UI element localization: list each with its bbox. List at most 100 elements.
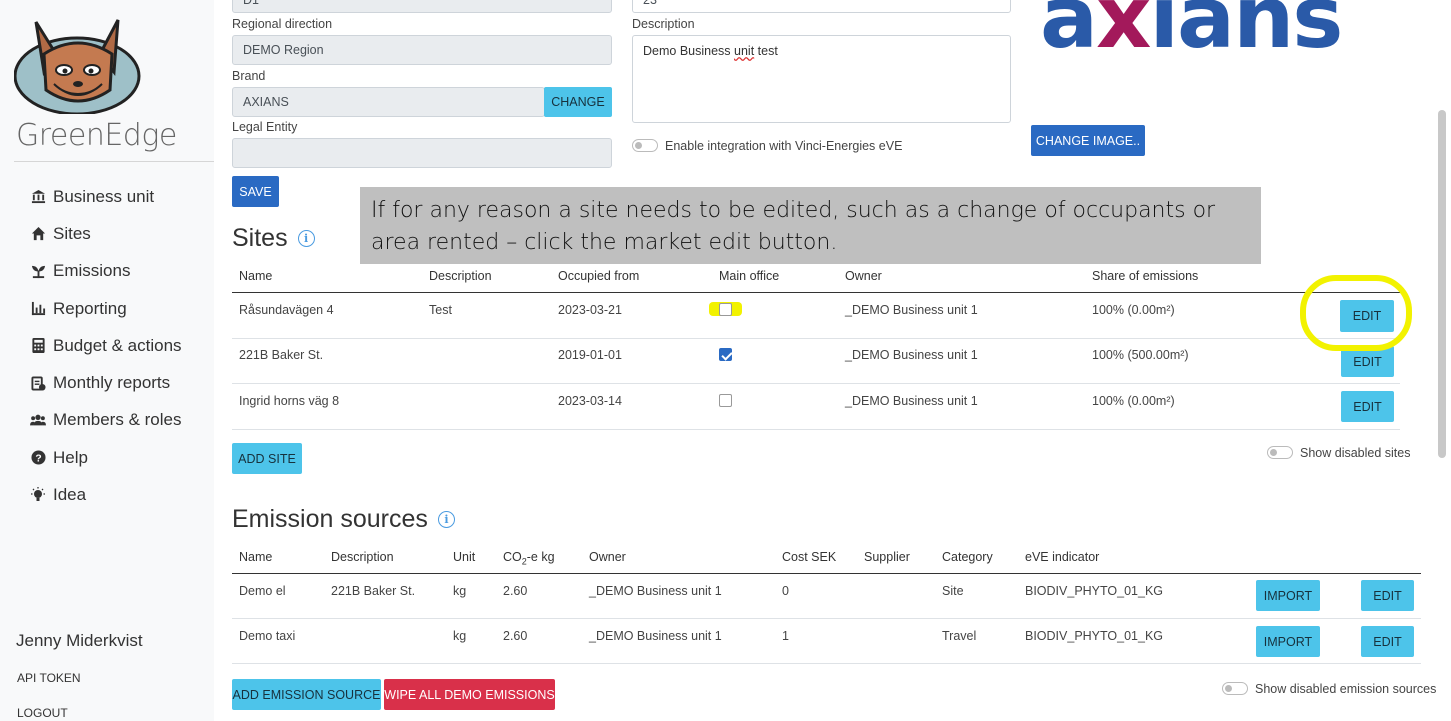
sidebar-item-members[interactable]: Members & roles [30, 402, 182, 439]
emissions-header-cost: Cost SEK [782, 550, 837, 564]
emissions-header-supplier: Supplier [864, 550, 910, 564]
change-image-button[interactable]: CHANGE IMAGE.. [1031, 125, 1145, 156]
show-disabled-sites-label: Show disabled sites [1300, 446, 1411, 460]
sidebar-item-budget[interactable]: Budget & actions [30, 327, 182, 364]
wipe-demo-emissions-button[interactable]: WIPE ALL DEMO EMISSIONS [384, 679, 555, 710]
emissions-header-description: Description [331, 550, 394, 564]
brand-label: Brand [232, 69, 266, 83]
sidebar-nav: Business unit Sites Emissions Reporting … [30, 178, 182, 514]
sidebar-item-sites[interactable]: Sites [30, 215, 182, 252]
description-textarea[interactable]: Demo Business unit test [632, 35, 1011, 123]
emission-eve-indicator: BIODIV_PHYTO_01_KG [1025, 584, 1164, 598]
legal-entity-label: Legal Entity [232, 120, 298, 134]
code-field[interactable]: D1 [232, 0, 612, 13]
co2-suffix: -e kg [526, 550, 555, 564]
main-office-checkbox[interactable] [719, 348, 732, 361]
edit-emission-button[interactable]: EDIT [1361, 626, 1414, 657]
add-emission-source-button[interactable]: ADD EMISSION SOURCE [232, 679, 381, 710]
import-button[interactable]: IMPORT [1256, 580, 1320, 611]
brand-field[interactable]: AXIANS [232, 87, 545, 117]
sidebar-item-label: Budget & actions [53, 335, 182, 355]
info-icon[interactable]: i [437, 511, 455, 528]
site-occupied: 2023-03-14 [558, 394, 622, 408]
save-button[interactable]: SAVE [232, 176, 279, 207]
site-description: Test [429, 303, 452, 317]
main-office-checkbox[interactable] [719, 394, 732, 407]
sidebar-item-business-unit[interactable]: Business unit [30, 178, 182, 215]
scrollbar-thumb[interactable] [1438, 110, 1446, 458]
report-icon [30, 375, 46, 391]
edit-emission-button[interactable]: EDIT [1361, 580, 1414, 611]
logout-link[interactable]: LOGOUT [17, 706, 68, 720]
fox-logo [14, 19, 141, 114]
emissions-header-owner: Owner [589, 550, 626, 564]
emission-cost: 1 [782, 629, 789, 643]
lightbulb-icon [30, 487, 46, 503]
sidebar-item-label: Monthly reports [53, 373, 171, 393]
sidebar-item-label: Sites [53, 223, 91, 243]
sites-title-text: Sites [232, 224, 288, 252]
change-brand-button[interactable]: CHANGE [544, 87, 612, 117]
emission-category: Travel [942, 629, 977, 643]
emission-unit: kg [453, 584, 467, 598]
add-site-button[interactable]: ADD SITE [232, 443, 302, 474]
svg-text:?: ? [35, 453, 41, 464]
sidebar-item-emissions[interactable]: Emissions [30, 253, 182, 290]
emission-sources-title: Emission sources i [232, 505, 455, 534]
emissions-header-divider [232, 573, 1421, 574]
site-occupied: 2023-03-21 [558, 303, 622, 317]
question-icon: ? [30, 450, 46, 466]
emission-co2: 2.60 [503, 584, 528, 598]
emission-sources-title-text: Emission sources [232, 505, 428, 533]
number-field[interactable]: 23 [632, 0, 1011, 13]
row-divider [232, 618, 1421, 619]
eve-integration-label: Enable integration with Vinci-Energies e… [665, 139, 903, 153]
sidebar: GreenEdge Business unit Sites Emissions … [0, 0, 214, 721]
emission-name: Demo taxi [239, 629, 296, 643]
sidebar-item-reporting[interactable]: Reporting [30, 290, 182, 327]
sites-header-divider [232, 292, 1400, 293]
sites-header-name: Name [239, 269, 273, 283]
import-button[interactable]: IMPORT [1256, 626, 1320, 657]
emission-co2: 2.60 [503, 629, 528, 643]
row-divider [232, 663, 1421, 664]
description-label: Description [632, 17, 695, 31]
row-divider [232, 338, 1400, 339]
info-icon[interactable]: i [297, 230, 315, 247]
sidebar-item-label: Emissions [53, 261, 131, 281]
description-text-end: test [754, 44, 778, 58]
api-token-link[interactable]: API TOKEN [17, 671, 81, 685]
highlight-ring [1300, 275, 1412, 351]
axians-logo: axians [1040, 0, 1344, 62]
emission-unit: kg [453, 629, 467, 643]
emission-name: Demo el [239, 584, 286, 598]
users-icon [30, 412, 46, 428]
edit-site-button[interactable]: EDIT [1341, 391, 1394, 422]
site-occupied: 2019-01-01 [558, 348, 622, 362]
eve-integration-toggle[interactable] [632, 139, 658, 152]
show-disabled-sites-toggle[interactable] [1267, 446, 1293, 459]
sidebar-item-help[interactable]: ? Help [30, 439, 182, 476]
emissions-header-category: Category [942, 550, 993, 564]
emission-cost: 0 [782, 584, 789, 598]
description-misspelled-word: unit [734, 44, 755, 58]
axians-logo-text: axians [1040, 0, 1342, 62]
regional-direction-field[interactable]: DEMO Region [232, 35, 612, 65]
sites-header-occupied: Occupied from [558, 269, 640, 283]
app-name: GreenEdge [16, 118, 177, 153]
emissions-header-eve: eVE indicator [1025, 550, 1100, 564]
emission-category: Site [942, 584, 964, 598]
plant-icon [30, 263, 46, 279]
description-text: Demo Business [643, 44, 735, 58]
sidebar-divider [14, 161, 214, 162]
sites-header-owner: Owner [845, 269, 882, 283]
show-disabled-emissions-toggle[interactable] [1222, 682, 1248, 695]
sidebar-item-monthly-reports[interactable]: Monthly reports [30, 364, 182, 401]
sidebar-item-idea[interactable]: Idea [30, 476, 182, 513]
main-office-checkbox[interactable] [719, 303, 732, 316]
tutorial-callout: If for any reason a site needs to be edi… [360, 187, 1261, 264]
legal-entity-field[interactable] [232, 138, 612, 168]
site-name: Ingrid horns väg 8 [239, 394, 340, 408]
sidebar-item-label: Members & roles [53, 410, 182, 430]
emission-owner: _DEMO Business unit 1 [589, 629, 722, 643]
